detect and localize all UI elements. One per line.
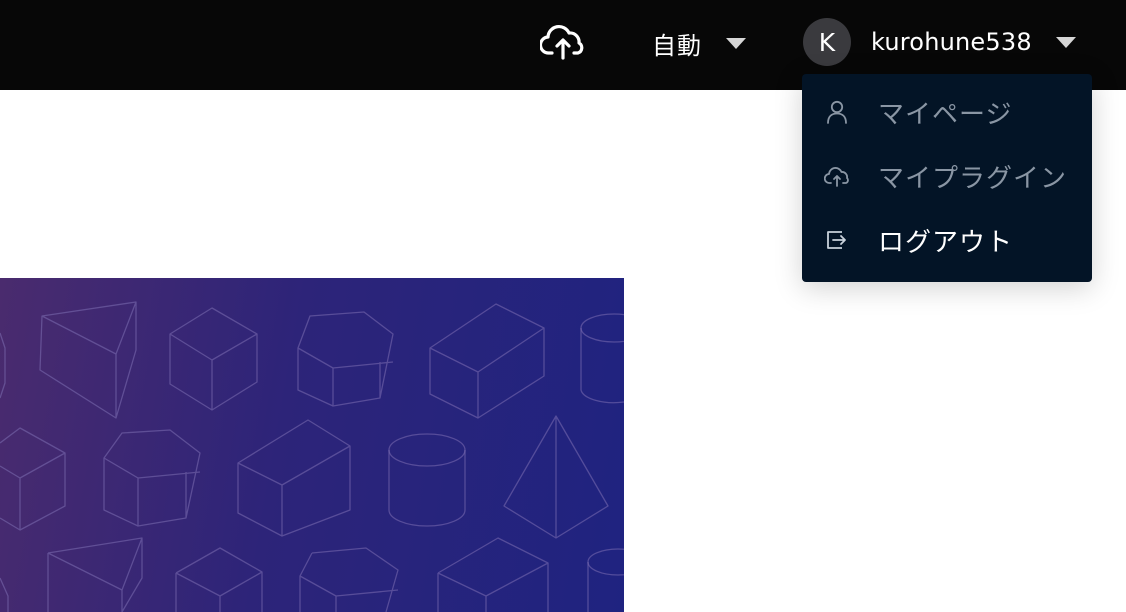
hero-banner — [0, 278, 624, 612]
menu-item-label: マイプラグイン — [878, 163, 1068, 194]
user-dropdown-menu: マイページ マイプラグイン ログアウト — [802, 74, 1092, 282]
mode-label: 自動 — [652, 31, 702, 60]
user-icon — [824, 99, 850, 125]
mode-select[interactable]: 自動 — [652, 24, 746, 62]
menu-item-myplugins[interactable]: マイプラグイン — [802, 146, 1092, 206]
menu-item-label: マイページ — [878, 99, 1013, 130]
menu-item-label: ログアウト — [878, 227, 1014, 258]
cloud-upload-icon — [823, 163, 850, 189]
caret-down-icon — [726, 37, 746, 49]
geometric-shapes-pattern — [0, 301, 624, 612]
caret-down-icon — [1055, 36, 1076, 48]
avatar: K — [803, 18, 851, 66]
username: kurohune538 — [871, 28, 1032, 56]
menu-item-logout[interactable]: ログアウト — [802, 210, 1092, 270]
user-menu-button[interactable]: K kurohune538 — [803, 18, 1076, 66]
cloud-upload-icon[interactable] — [538, 22, 586, 62]
logout-icon — [824, 227, 850, 253]
menu-item-mypage[interactable]: マイページ — [802, 82, 1092, 142]
